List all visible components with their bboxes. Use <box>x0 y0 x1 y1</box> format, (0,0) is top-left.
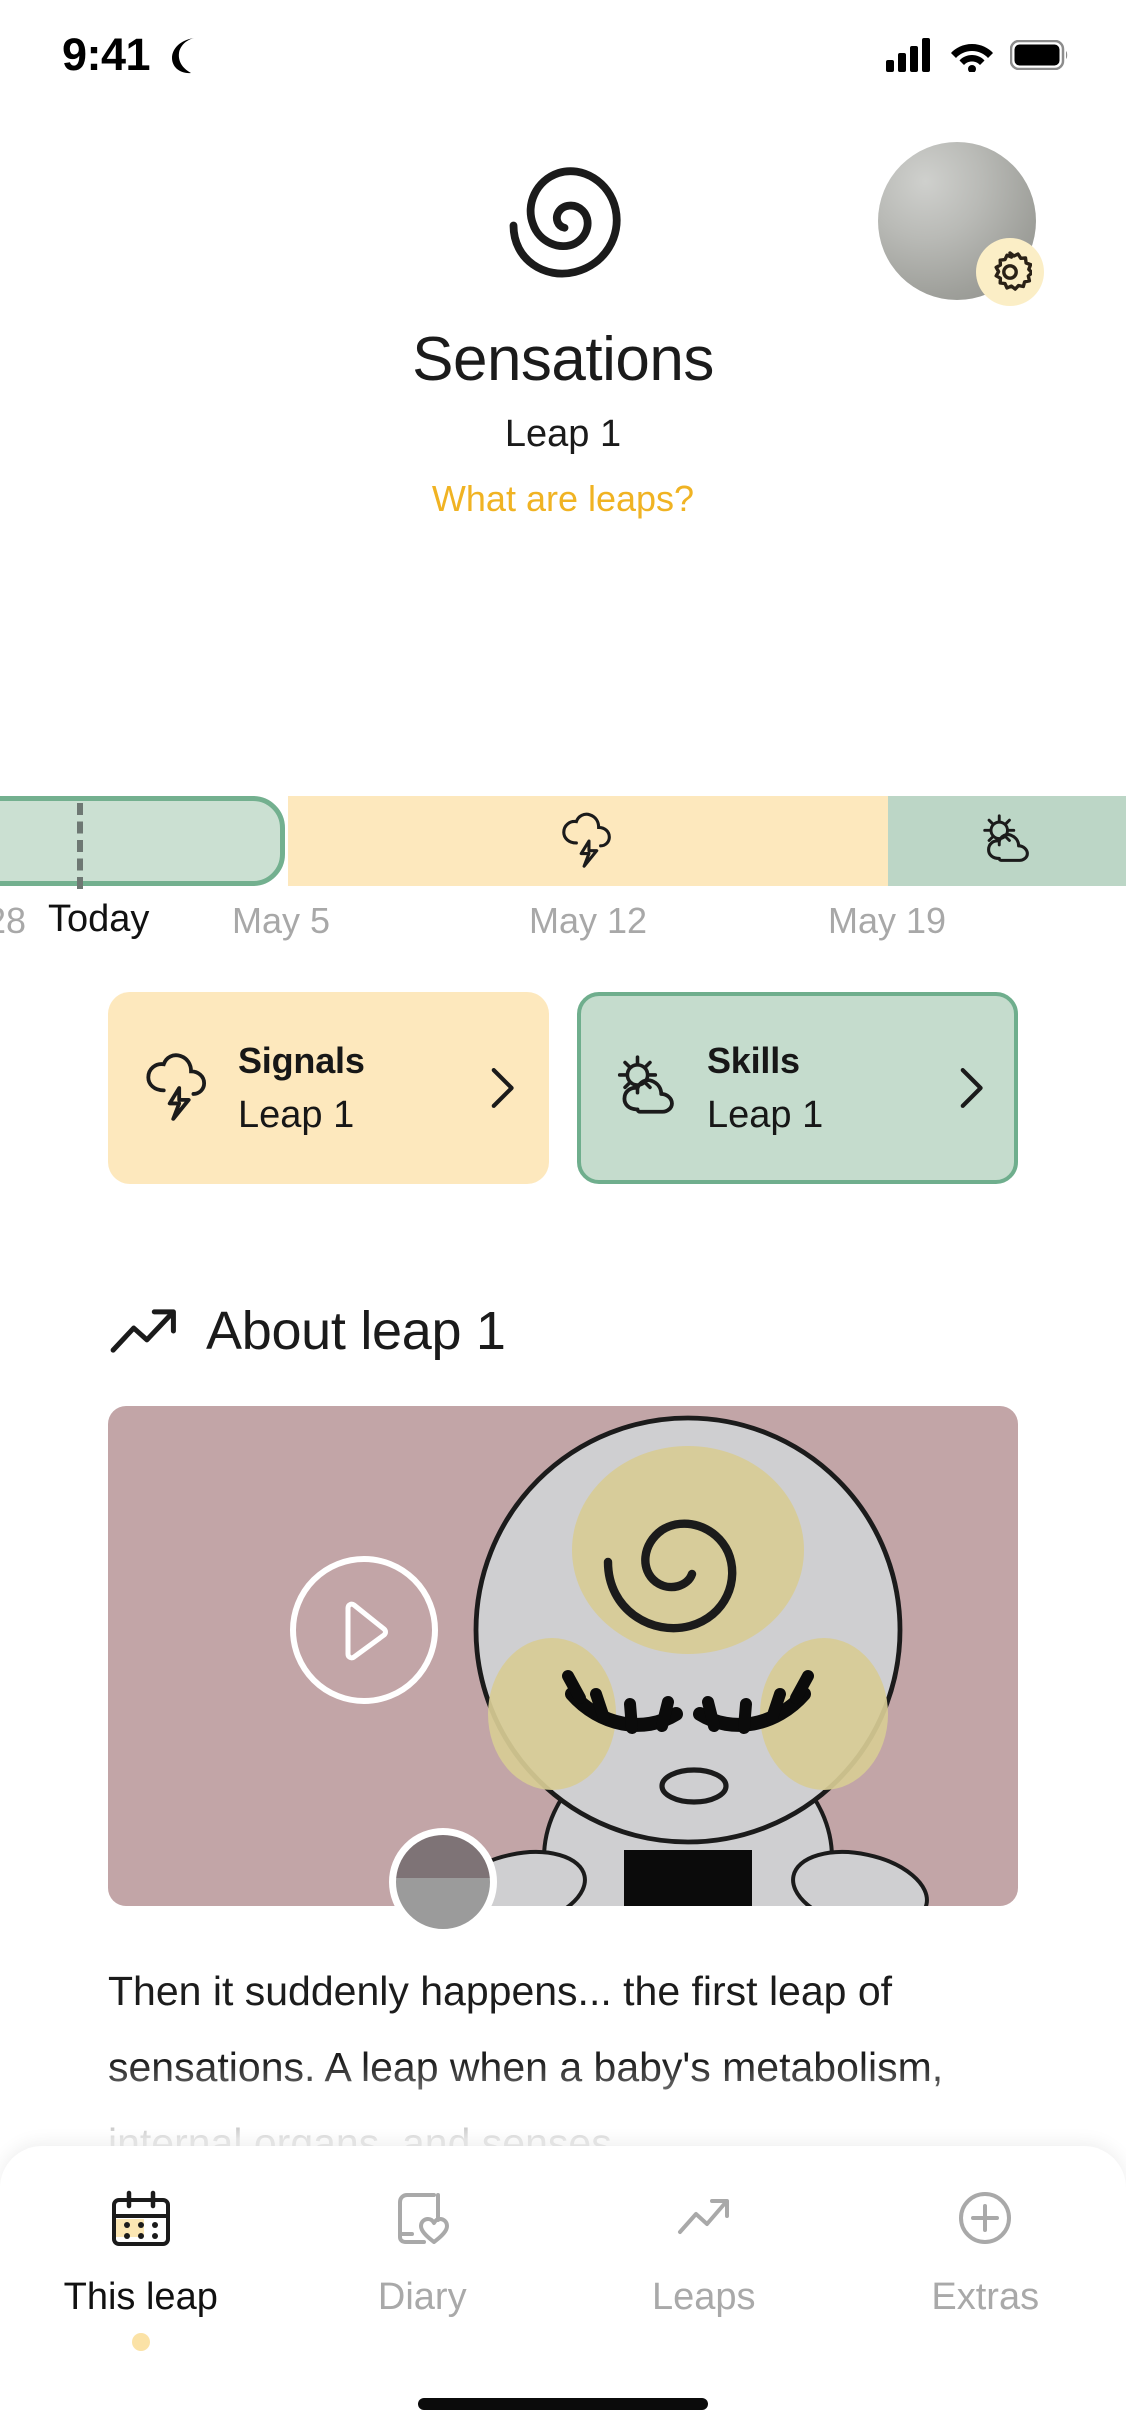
status-right-group <box>886 38 1068 72</box>
about-section-title: About leap 1 <box>206 1301 506 1361</box>
trending-up-icon <box>666 2182 742 2258</box>
presenter-avatar[interactable] <box>389 1828 497 1936</box>
timeline-segment-stormy[interactable] <box>288 796 888 886</box>
baby-with-spiral-illustration <box>449 1415 929 1906</box>
tab-label-diary: Diary <box>377 2276 467 2318</box>
skills-card-subtitle: Leap 1 <box>707 1093 824 1136</box>
calendar-icon <box>103 2182 179 2258</box>
timeline-segment-current[interactable] <box>0 796 285 889</box>
signals-card-subtitle: Leap 1 <box>238 1093 355 1136</box>
logo-row <box>0 110 1126 320</box>
storm-cloud-icon <box>146 1053 207 1121</box>
plus-circle-icon <box>947 2182 1023 2258</box>
sun-cloud-icon <box>983 814 1029 862</box>
tab-extras[interactable]: Extras <box>845 2182 1126 2319</box>
tab-label-extras: Extras <box>931 2276 1040 2318</box>
leap-cards: Signals Leap 1 Skills Leap 1 <box>0 992 1126 1184</box>
timeline-label-today: Today <box>48 898 150 940</box>
avatar-wrapper[interactable] <box>878 142 1044 306</box>
settings-button[interactable] <box>976 238 1044 306</box>
tab-leaps[interactable]: Leaps <box>563 2182 845 2319</box>
chevron-right-icon <box>960 1068 983 1108</box>
trending-up-icon <box>110 1309 176 1353</box>
play-circle-icon <box>345 1601 388 1661</box>
signals-card-title: Signals <box>238 1039 365 1081</box>
page-header: Sensations Leap 1 What are leaps? <box>0 110 1126 520</box>
status-time: 9:41 <box>62 29 151 80</box>
leap-timeline[interactable] <box>0 796 1126 889</box>
wifi-icon <box>951 44 993 72</box>
signals-card-text: Signals Leap 1 <box>238 1040 463 1137</box>
sun-cloud-icon <box>617 1055 674 1114</box>
home-indicator <box>418 2398 708 2410</box>
skills-card-text: Skills Leap 1 <box>707 1040 932 1137</box>
cellular-signal-icon <box>886 38 930 72</box>
storm-cloud-icon <box>562 812 611 868</box>
about-video-thumbnail[interactable] <box>108 1406 1018 1906</box>
page-subtitle: Leap 1 <box>504 413 622 455</box>
spiral-logo-icon <box>509 167 621 278</box>
tab-label-leaps: Leaps <box>651 2276 756 2318</box>
tab-label-this-leap: This leap <box>63 2276 218 2318</box>
about-section-header: About leap 1 <box>108 1300 506 1362</box>
what-are-leaps-link[interactable]: What are leaps? <box>0 478 1126 520</box>
today-marker <box>77 803 83 889</box>
timeline-label-may5: May 5 <box>232 900 331 941</box>
tab-this-leap[interactable]: This leap <box>0 2182 282 2351</box>
timeline-segment-sunny[interactable] <box>888 796 1126 886</box>
timeline-labels: 28 Today May 5 May 12 May 19 <box>0 898 1126 960</box>
timeline-label-cutoff: 28 <box>0 900 27 941</box>
play-button[interactable] <box>290 1556 438 1704</box>
app-screen: 9:41 Sensations Leap 1 What are leaps? 8… <box>0 0 1126 2436</box>
status-left-group: 9:41 <box>62 29 204 81</box>
skills-card[interactable]: Skills Leap 1 <box>577 992 1018 1184</box>
skills-card-title: Skills <box>707 1039 800 1081</box>
gear-icon <box>994 251 1032 291</box>
timeline-label-may12: May 12 <box>529 900 648 941</box>
active-tab-indicator <box>131 2333 150 2351</box>
signals-card[interactable]: Signals Leap 1 <box>108 992 549 1184</box>
battery-full-icon <box>1010 40 1068 70</box>
crescent-moon-icon <box>172 38 195 74</box>
bottom-tab-bar: This leap Diary Leaps Extras <box>0 2146 1126 2436</box>
status-bar: 9:41 <box>0 0 1126 110</box>
tab-diary[interactable]: Diary <box>282 2182 564 2319</box>
diary-heart-icon <box>384 2182 460 2258</box>
timeline-label-may19: May 19 <box>828 900 947 941</box>
chevron-right-icon <box>491 1068 514 1108</box>
page-title: Sensations <box>412 325 714 394</box>
